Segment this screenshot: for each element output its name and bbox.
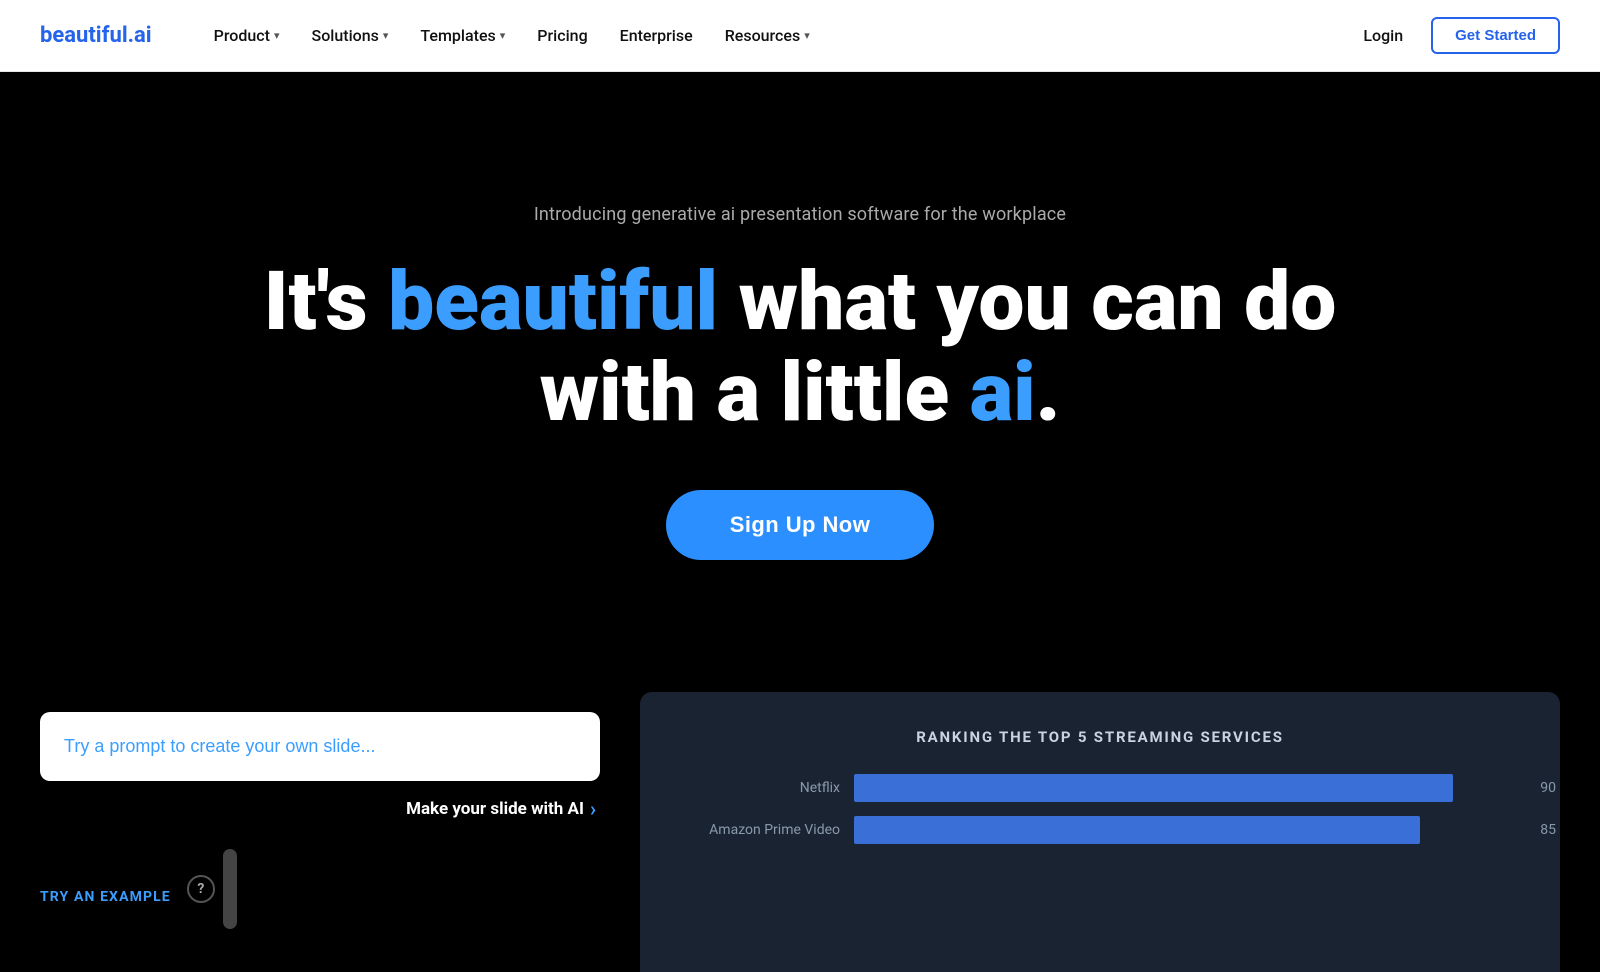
nav-templates-label: Templates	[420, 26, 495, 45]
chart-panel: RANKING THE TOP 5 STREAMING SERVICES Net…	[640, 692, 1560, 972]
scrollbar-indicator	[223, 849, 237, 929]
hero-signup-button[interactable]: Sign Up Now	[666, 490, 935, 560]
hero-subtitle: Introducing generative ai presentation s…	[534, 204, 1066, 225]
chart-row-netflix: Netflix 90	[680, 774, 1520, 802]
nav-item-product[interactable]: Product ▾	[200, 18, 294, 53]
arrow-right-icon: ›	[590, 797, 596, 821]
make-slide-label: Make your slide with AI	[406, 799, 584, 819]
chart-label-netflix: Netflix	[680, 780, 840, 796]
chart-bar-amazon	[854, 816, 1420, 844]
hero-title-part1: It's	[264, 254, 388, 350]
navbar: beautiful.ai Product ▾ Solutions ▾ Templ…	[0, 0, 1600, 72]
hero-title-part3: with a little	[540, 345, 970, 441]
hero-title-part2: what you can do	[718, 254, 1336, 350]
chart-bar-container-amazon: 85	[854, 816, 1520, 844]
chevron-down-icon: ▾	[274, 29, 280, 42]
bottom-section: Make your slide with AI › TRY AN EXAMPLE…	[0, 692, 1600, 972]
chart-bar-container-netflix: 90	[854, 774, 1520, 802]
nav-solutions-label: Solutions	[312, 26, 379, 45]
help-icon[interactable]: ?	[187, 875, 215, 903]
chart-row-amazon: Amazon Prime Video 85	[680, 816, 1520, 844]
hero-title: It's beautiful what you can do with a li…	[264, 257, 1337, 437]
nav-links: Product ▾ Solutions ▾ Templates ▾ Pricin…	[200, 18, 1352, 53]
chart-bar-netflix	[854, 774, 1453, 802]
prompt-input[interactable]	[40, 712, 600, 781]
nav-product-label: Product	[214, 26, 270, 45]
logo[interactable]: beautiful.ai	[40, 23, 152, 48]
make-slide-link[interactable]: Make your slide with AI ›	[40, 781, 600, 829]
bottom-left-actions: TRY AN EXAMPLE ?	[40, 849, 600, 929]
chart-value-netflix: 90	[1526, 780, 1556, 796]
nav-item-pricing[interactable]: Pricing	[523, 18, 601, 53]
nav-item-templates[interactable]: Templates ▾	[406, 18, 519, 53]
hero-title-period: .	[1036, 345, 1061, 441]
chart-title: RANKING THE TOP 5 STREAMING SERVICES	[680, 728, 1520, 746]
nav-item-resources[interactable]: Resources ▾	[711, 18, 824, 53]
chart-label-amazon: Amazon Prime Video	[680, 822, 840, 838]
hero-section: Introducing generative ai presentation s…	[0, 72, 1600, 692]
get-started-button[interactable]: Get Started	[1431, 17, 1560, 54]
login-button[interactable]: Login	[1351, 18, 1415, 53]
left-panel: Make your slide with AI › TRY AN EXAMPLE…	[40, 692, 600, 949]
chart-value-amazon: 85	[1526, 822, 1556, 838]
chevron-down-icon: ▾	[500, 29, 506, 42]
try-example-link[interactable]: TRY AN EXAMPLE	[40, 889, 171, 905]
chevron-down-icon: ▾	[804, 29, 810, 42]
logo-text: beautiful	[40, 23, 128, 48]
nav-item-solutions[interactable]: Solutions ▾	[298, 18, 403, 53]
nav-actions: Login Get Started	[1351, 17, 1560, 54]
nav-resources-label: Resources	[725, 26, 801, 45]
chevron-down-icon: ▾	[383, 29, 389, 42]
nav-item-enterprise[interactable]: Enterprise	[606, 18, 707, 53]
hero-title-highlight1: beautiful	[388, 254, 718, 350]
nav-enterprise-label: Enterprise	[620, 26, 693, 45]
nav-pricing-label: Pricing	[537, 26, 587, 45]
hero-title-highlight2: ai	[970, 345, 1036, 441]
logo-ai: ai	[134, 23, 152, 48]
